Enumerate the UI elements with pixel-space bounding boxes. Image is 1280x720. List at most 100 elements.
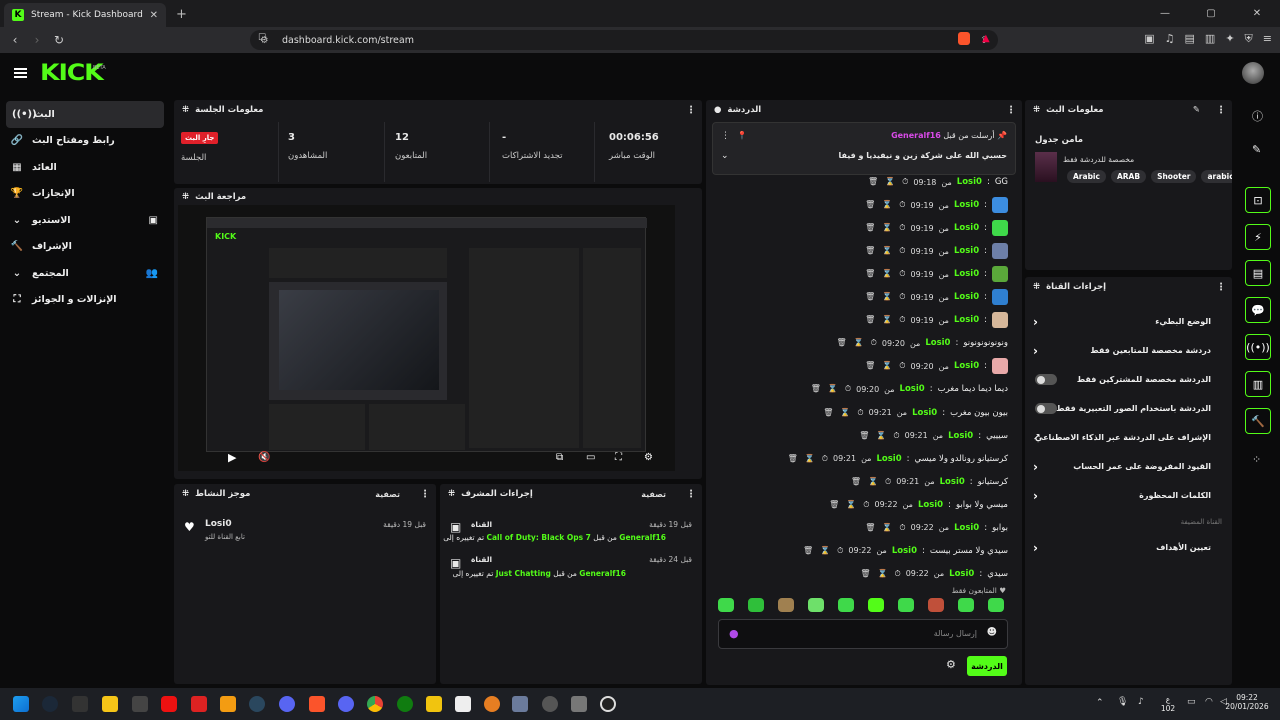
- timeout-icon[interactable]: ⏱: [893, 431, 899, 441]
- emote-icon[interactable]: [992, 197, 1008, 214]
- back-icon[interactable]: ‹: [4, 33, 26, 47]
- wifi-icon[interactable]: ◠: [1205, 697, 1213, 707]
- action-set-goals[interactable]: › تعيين الأهداف: [1025, 533, 1221, 562]
- timeout-icon[interactable]: ⏱: [845, 384, 851, 394]
- chevron-down-icon[interactable]: ⌄: [721, 151, 729, 161]
- delete-icon[interactable]: 🗑: [868, 177, 878, 187]
- edit-icon[interactable]: ✎: [1193, 105, 1200, 115]
- delete-icon[interactable]: 🗑: [865, 292, 875, 302]
- action-banned-words[interactable]: › الكلمات المحظورة: [1025, 481, 1221, 510]
- chat-username[interactable]: Losi0: [918, 500, 943, 510]
- app-icon[interactable]: [571, 696, 587, 712]
- chat-message[interactable]: 🗑 ⌛ ⏱ 09:19 من Losi0:: [865, 194, 1008, 216]
- ban-icon[interactable]: ⌛: [882, 200, 892, 210]
- ban-icon[interactable]: ⌛: [885, 177, 895, 187]
- mic-icon[interactable]: 🎙: [1117, 697, 1128, 707]
- pinned-user[interactable]: Generalf16: [891, 131, 941, 140]
- ban-icon[interactable]: ⌛: [868, 477, 878, 487]
- mod-user[interactable]: Generalf16: [579, 569, 626, 578]
- timeout-icon[interactable]: ⏱: [837, 546, 843, 556]
- sidebar-item-community[interactable]: ⌄ المجتمع 👥: [0, 260, 170, 287]
- more-options-icon[interactable]: ⋮: [686, 105, 696, 116]
- chat-message[interactable]: 🗑 ⌛ ⏱ 09:22 من Losi0: بوابو: [865, 517, 1008, 539]
- emote-icon[interactable]: [748, 598, 764, 612]
- emote-icon[interactable]: [992, 312, 1008, 329]
- mod-game[interactable]: Just Chatting: [496, 569, 551, 578]
- ai-icon[interactable]: ✦: [1225, 32, 1234, 46]
- drag-handle-icon[interactable]: ⁜: [182, 489, 189, 499]
- reader-icon[interactable]: ▤: [1185, 32, 1195, 46]
- youtube-icon[interactable]: [161, 696, 177, 712]
- bell-icon[interactable]: ♪: [1138, 697, 1144, 707]
- chat-message[interactable]: 🗑 ⌛ ⏱ 09:19 من Losi0:: [865, 240, 1008, 262]
- chat-message[interactable]: 🗑 ⌛ ⏱ 09:22 من Losi0: ميسي ولا بوابو: [829, 494, 1008, 516]
- drag-handle-icon[interactable]: ⁜: [448, 489, 455, 499]
- more-options-icon[interactable]: ⋮: [1216, 105, 1226, 116]
- action-account-age[interactable]: › القيود المفروضة على عمر الحساب: [1025, 452, 1221, 481]
- minimize-button[interactable]: —: [1142, 0, 1188, 27]
- chat-username[interactable]: Losi0: [954, 315, 979, 325]
- pinned-message[interactable]: 📌 أرسلت من قبل Generalf16 ⋮ 📍 حسبي الله …: [712, 122, 1016, 175]
- sidebar-item-stream[interactable]: ((•)) البث: [6, 101, 164, 128]
- send-chat-button[interactable]: الدردشة: [967, 656, 1007, 676]
- clip-icon[interactable]: ⊡: [1245, 187, 1271, 213]
- emotes-only-toggle[interactable]: [1035, 403, 1057, 414]
- menu-icon[interactable]: ≡: [1263, 32, 1272, 46]
- emote-icon[interactable]: [868, 598, 884, 612]
- window-close-button[interactable]: ✕: [1234, 0, 1280, 27]
- chat-username[interactable]: Losi0: [954, 292, 979, 302]
- emote-icon[interactable]: [718, 598, 734, 612]
- chat-message[interactable]: 🗑 ⌛ ⏱ 09:21 من Losi0: كرستيانو: [851, 471, 1008, 493]
- ban-icon[interactable]: ⌛: [882, 361, 892, 371]
- chat-message[interactable]: 🗑 ⌛ ⏱ 09:20 من Losi0:: [865, 355, 1008, 377]
- battlenet-icon[interactable]: [132, 696, 148, 712]
- ban-icon[interactable]: ⌛: [882, 292, 892, 302]
- emote-icon[interactable]: [778, 598, 794, 612]
- timeout-icon[interactable]: ⏱: [899, 269, 905, 279]
- chat-username[interactable]: Losi0: [940, 477, 965, 487]
- monitor-icon[interactable]: ▭: [1187, 697, 1196, 707]
- mute-icon[interactable]: 🔇: [258, 452, 270, 463]
- chat-bubble-icon[interactable]: 💬: [1245, 297, 1271, 323]
- more-options-icon[interactable]: ⋮: [1006, 105, 1016, 116]
- emote-icon[interactable]: [992, 289, 1008, 306]
- close-tab-icon[interactable]: ✕: [150, 10, 158, 21]
- new-tab-button[interactable]: +: [176, 7, 187, 22]
- ban-icon[interactable]: ⌛: [878, 569, 888, 579]
- timeout-icon[interactable]: ⏱: [899, 523, 905, 533]
- ban-icon[interactable]: ⌛: [820, 546, 830, 556]
- grid-icon[interactable]: ⁘: [1252, 453, 1261, 466]
- delete-icon[interactable]: 🗑: [837, 338, 847, 348]
- chat-message[interactable]: 🗑 ⌛ ⏱ 09:19 من Losi0:: [865, 286, 1008, 308]
- chat-message[interactable]: 🗑 ⌛ ⏱ 09:18 من Losi0: GG: [868, 171, 1008, 193]
- unpin-icon[interactable]: 📍: [737, 131, 747, 140]
- delete-icon[interactable]: 🗑: [859, 431, 869, 441]
- chat-username[interactable]: Losi0: [957, 177, 982, 187]
- tray-chevron-icon[interactable]: ⌃: [1096, 698, 1104, 708]
- mod-game[interactable]: Call of Duty: Black Ops 7: [486, 533, 590, 542]
- timeout-icon[interactable]: ⏱: [822, 454, 828, 464]
- sidebar-item-drops[interactable]: ⛶ الإنزالات و الجوائز: [0, 287, 170, 314]
- brave-shield-icon[interactable]: [958, 32, 970, 45]
- more-options-icon[interactable]: ⋮: [721, 131, 730, 141]
- fullscreen-icon[interactable]: ⛶: [615, 452, 622, 463]
- brave-icon[interactable]: [309, 696, 325, 712]
- mod-user[interactable]: Generalf16: [619, 533, 666, 542]
- drag-handle-icon[interactable]: ⁜: [1033, 282, 1040, 292]
- chat-message[interactable]: 🗑 ⌛ ⏱ 09:19 من Losi0:: [865, 309, 1008, 331]
- delete-icon[interactable]: 🗑: [865, 223, 875, 233]
- theater-icon[interactable]: ▭: [586, 452, 595, 463]
- timeout-icon[interactable]: ⏱: [899, 315, 905, 325]
- settings-icon[interactable]: ⚙: [644, 452, 653, 463]
- action-ai-moderation[interactable]: ↗ الإشراف على الدردشة عبر الذكاء الاصطناع…: [1025, 423, 1221, 452]
- wallet-icon[interactable]: ▥: [1205, 32, 1215, 46]
- chat-message[interactable]: 🗑 ⌛ ⏱ 09:19 من Losi0:: [865, 263, 1008, 285]
- delete-icon[interactable]: 🗑: [851, 477, 861, 487]
- timeout-icon[interactable]: ⏱: [894, 569, 900, 579]
- action-followers-only[interactable]: › دردشة مخصصة للمتابعين فقط: [1025, 336, 1221, 365]
- emote-icon[interactable]: [808, 598, 824, 612]
- folder-icon[interactable]: [426, 696, 442, 712]
- timeout-icon[interactable]: ⏱: [857, 408, 863, 418]
- emote-icon[interactable]: [958, 598, 974, 612]
- drag-handle-icon[interactable]: ⁜: [1033, 105, 1040, 115]
